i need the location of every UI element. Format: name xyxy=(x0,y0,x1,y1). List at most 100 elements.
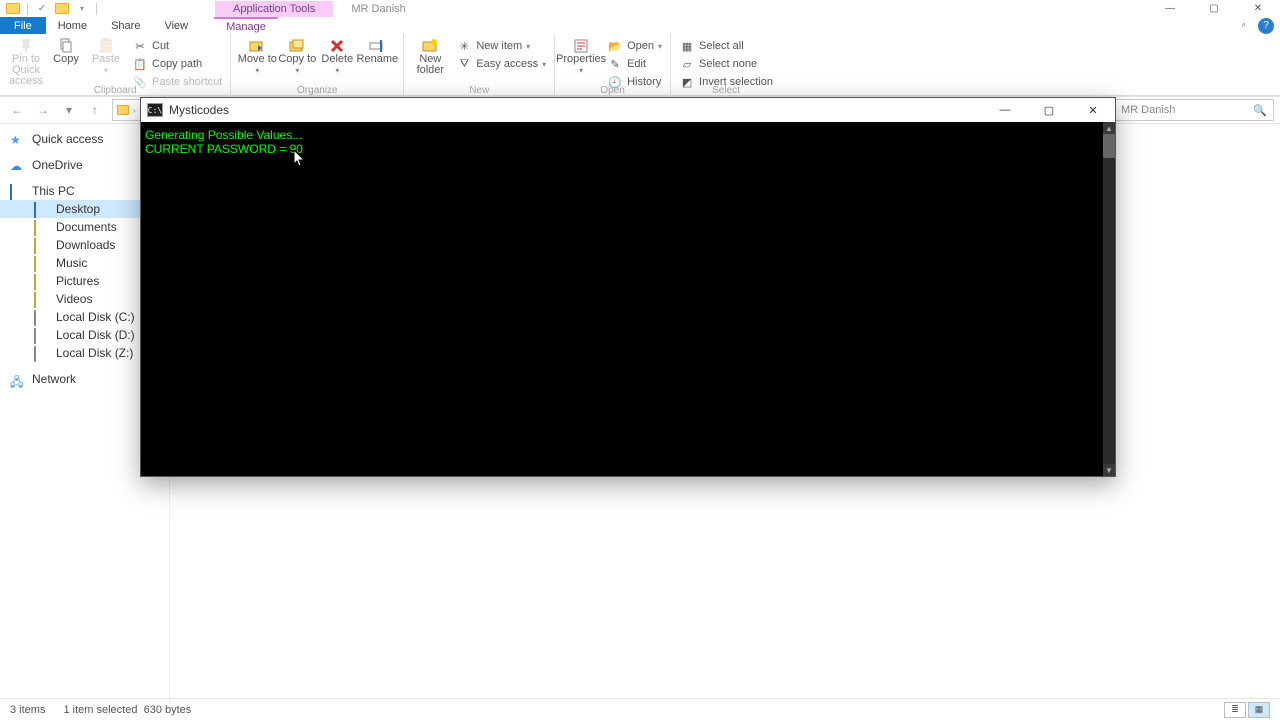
rename-button[interactable]: Rename xyxy=(357,36,397,65)
file-tab[interactable]: File xyxy=(0,17,46,34)
view-details-button[interactable]: ≣ xyxy=(1224,702,1246,718)
clipboard-group-label: Clipboard xyxy=(0,85,230,96)
tree-label: This PC xyxy=(32,184,75,198)
select-all-icon: ▦ xyxy=(679,38,695,54)
copy-to-button[interactable]: Copy to▾ xyxy=(277,36,317,76)
downloads-icon xyxy=(34,239,50,251)
back-button[interactable]: ← xyxy=(6,99,28,121)
search-box[interactable]: MR Danish 🔍 xyxy=(1114,99,1274,121)
tree-label: Videos xyxy=(56,292,92,306)
ribbon-collapse-icon[interactable]: ˄ xyxy=(1241,21,1246,30)
select-all-button[interactable]: ▦ Select all xyxy=(677,38,775,54)
properties-label: Properties xyxy=(556,54,606,65)
help-icon[interactable]: ? xyxy=(1258,18,1274,34)
select-all-label: Select all xyxy=(699,40,744,52)
console-close-button[interactable]: ✕ xyxy=(1071,98,1115,122)
copy-icon xyxy=(58,38,74,54)
window-controls: — ▢ ✕ xyxy=(1148,0,1280,17)
quick-access-toolbar: ✓ ▾ xyxy=(0,2,100,16)
pictures-icon xyxy=(34,275,50,287)
rename-icon xyxy=(369,38,385,54)
copy-path-icon: 📋 xyxy=(132,56,148,72)
new-item-label: New item xyxy=(476,40,522,52)
star-icon: ★ xyxy=(10,133,26,145)
edit-label: Edit xyxy=(627,58,646,70)
new-item-icon: ✳ xyxy=(456,38,472,54)
forward-button[interactable]: → xyxy=(32,99,54,121)
delete-label: Delete xyxy=(321,54,353,65)
view-tab[interactable]: View xyxy=(152,17,200,34)
window-title: MR Danish xyxy=(351,3,405,15)
window-titlebar: ✓ ▾ Application Tools MR Danish — ▢ ✕ xyxy=(0,0,1280,17)
console-output[interactable]: Generating Possible Values... CURRENT PA… xyxy=(141,122,1103,476)
maximize-button[interactable]: ▢ xyxy=(1192,0,1236,17)
edit-button[interactable]: ✎Edit xyxy=(605,56,664,72)
manage-tab[interactable]: Manage xyxy=(214,17,278,34)
move-to-icon xyxy=(249,38,265,54)
move-to-button[interactable]: Move to▾ xyxy=(237,36,277,76)
console-line: Generating Possible Values... xyxy=(145,128,1099,142)
tree-label: Documents xyxy=(56,220,117,234)
monitor-icon xyxy=(10,185,26,197)
open-group-label: Open xyxy=(555,85,670,96)
copy-to-icon xyxy=(289,38,305,54)
desktop-icon xyxy=(34,203,50,215)
select-group-label: Select xyxy=(671,85,781,96)
copy-path-label: Copy path xyxy=(152,58,202,70)
status-selected-count: 1 item selected xyxy=(63,704,137,716)
easy-access-button[interactable]: ⛛Easy access ▾ xyxy=(454,56,548,72)
tree-label: Downloads xyxy=(56,238,115,252)
console-scrollbar[interactable]: ▲ ▼ xyxy=(1103,122,1115,476)
select-none-button[interactable]: ▱Select none xyxy=(677,56,775,72)
tree-label: Desktop xyxy=(56,202,100,216)
cloud-icon: ☁ xyxy=(10,159,26,171)
console-title-text: Mysticodes xyxy=(169,103,229,117)
scroll-thumb[interactable] xyxy=(1103,134,1115,158)
up-button[interactable]: ↑ xyxy=(84,99,106,121)
ribbon-tabs: File Home Share View Manage ˄ ? xyxy=(0,17,1280,34)
cut-button[interactable]: ✂Cut xyxy=(130,38,224,54)
status-selected-size: 630 bytes xyxy=(144,704,192,716)
scroll-down-icon[interactable]: ▼ xyxy=(1103,464,1115,476)
copy-path-button[interactable]: 📋 Copy path xyxy=(130,56,224,72)
share-tab[interactable]: Share xyxy=(99,17,152,34)
drive-icon xyxy=(34,329,50,341)
console-titlebar[interactable]: C:\ Mysticodes — ▢ ✕ xyxy=(141,98,1115,122)
qat-properties-icon[interactable]: ✓ xyxy=(33,2,51,16)
close-button[interactable]: ✕ xyxy=(1236,0,1280,17)
console-maximize-button[interactable]: ▢ xyxy=(1027,98,1071,122)
rename-label: Rename xyxy=(357,54,399,65)
minimize-button[interactable]: — xyxy=(1148,0,1192,17)
copy-button[interactable]: Copy xyxy=(46,36,86,65)
pin-icon xyxy=(18,38,34,54)
qat-customize-dropdown[interactable]: ▾ xyxy=(73,2,91,16)
scroll-track[interactable] xyxy=(1103,134,1115,464)
qat-separator xyxy=(27,3,28,15)
properties-button[interactable]: Properties▾ xyxy=(561,36,601,76)
cmd-icon: C:\ xyxy=(147,103,163,117)
new-folder-icon xyxy=(422,38,438,54)
open-icon: 📂 xyxy=(607,38,623,54)
console-minimize-button[interactable]: — xyxy=(983,98,1027,122)
copy-to-label: Copy to xyxy=(278,54,316,65)
tree-label: Pictures xyxy=(56,274,99,288)
open-button[interactable]: 📂Open ▾ xyxy=(605,38,664,54)
new-item-button[interactable]: ✳New item ▾ xyxy=(454,38,548,54)
delete-button[interactable]: Delete▾ xyxy=(317,36,357,76)
qat-separator xyxy=(96,3,97,15)
pin-quick-access-button[interactable]: Pin to Quick access xyxy=(6,36,46,87)
new-folder-button[interactable]: New folder xyxy=(410,36,450,76)
status-item-count: 3 items xyxy=(10,704,45,716)
search-icon: 🔍 xyxy=(1253,104,1267,117)
console-line: CURRENT PASSWORD = 90 xyxy=(145,142,1099,156)
status-bar: 3 items 1 item selected 630 bytes ≣ ▦ xyxy=(0,698,1280,720)
paste-button[interactable]: Paste ▾ xyxy=(86,36,126,76)
easy-access-icon: ⛛ xyxy=(456,56,472,72)
music-icon xyxy=(34,257,50,269)
qat-new-folder-icon[interactable] xyxy=(53,2,71,16)
recent-locations-button[interactable]: ▾ xyxy=(58,99,80,121)
pin-label: Pin to Quick access xyxy=(6,54,46,87)
view-large-icons-button[interactable]: ▦ xyxy=(1248,702,1270,718)
home-tab[interactable]: Home xyxy=(46,17,99,34)
scroll-up-icon[interactable]: ▲ xyxy=(1103,122,1115,134)
